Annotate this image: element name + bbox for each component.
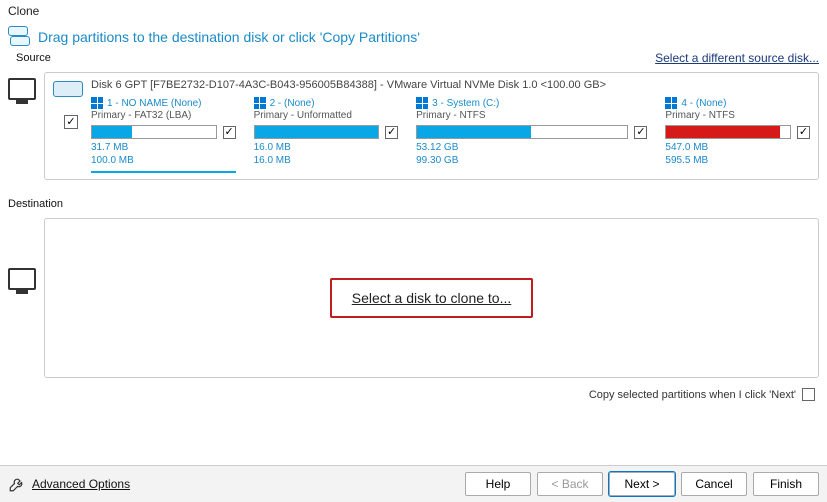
partition-checkbox[interactable]: ✓ xyxy=(797,126,810,139)
windows-icon xyxy=(254,97,266,109)
windows-icon xyxy=(91,97,103,109)
partition-header: 3 - System (C:) xyxy=(416,97,647,109)
dest-callout: Select a disk to clone to... xyxy=(330,278,534,318)
finish-button[interactable]: Finish xyxy=(753,472,819,496)
partition-item[interactable]: 2 - (None)Primary - Unformatted ✓ 16.0 MB1… xyxy=(254,97,399,173)
partition-type: Primary - NTFS xyxy=(665,110,810,121)
clone-disks-icon xyxy=(8,26,32,48)
windows-icon xyxy=(665,97,677,109)
select-destination-link[interactable]: Select a disk to clone to... xyxy=(352,290,512,306)
partition-header: 4 - (None) xyxy=(665,97,810,109)
monitor-icon xyxy=(8,268,36,290)
partition-checkbox[interactable]: ✓ xyxy=(385,126,398,139)
next-button[interactable]: Next > xyxy=(609,472,675,496)
include-all-wrap: ✓ xyxy=(64,115,78,129)
partition-checkbox[interactable]: ✓ xyxy=(634,126,647,139)
partition-sizes: 16.0 MB16.0 MB xyxy=(254,142,399,167)
partition-sizes: 547.0 MB595.5 MB xyxy=(665,142,810,167)
advanced-options-link[interactable]: Advanced Options xyxy=(32,477,130,491)
back-button[interactable]: < Back xyxy=(537,472,603,496)
partition-header: 1 - NO NAME (None) xyxy=(91,97,236,109)
usage-bar xyxy=(254,125,380,139)
partition-type: Primary - FAT32 (LBA) xyxy=(91,110,236,121)
source-disk-panel: ✓ Disk 6 GPT [F7BE2732-D107-4A3C-B043-95… xyxy=(44,72,819,180)
instruction-row: Drag partitions to the destination disk … xyxy=(0,22,827,50)
select-different-source-link[interactable]: Select a different source disk... xyxy=(655,51,819,65)
instruction-text: Drag partitions to the destination disk … xyxy=(38,29,420,45)
partition-item[interactable]: 1 - NO NAME (None)Primary - FAT32 (LBA) ✓… xyxy=(91,97,236,173)
usage-bar xyxy=(665,125,791,139)
disk-identifier: Disk 6 GPT [F7BE2732-D107-4A3C-B043-9560… xyxy=(91,79,810,91)
partition-type: Primary - NTFS xyxy=(416,110,647,121)
partition-title: 4 - (None) xyxy=(681,98,726,109)
include-all-checkbox[interactable]: ✓ xyxy=(64,115,78,129)
partition-header: 2 - (None) xyxy=(254,97,399,109)
cancel-button[interactable]: Cancel xyxy=(681,472,747,496)
partition-title: 1 - NO NAME (None) xyxy=(107,98,201,109)
help-button[interactable]: Help xyxy=(465,472,531,496)
destination-panel: Select a disk to clone to... xyxy=(44,218,819,378)
partition-sizes: 31.7 MB100.0 MB xyxy=(91,142,236,167)
source-label: Source xyxy=(8,50,59,66)
disk-icon xyxy=(53,81,83,97)
wrench-icon xyxy=(8,475,26,493)
window-title: Clone xyxy=(0,0,827,22)
partition-title: 2 - (None) xyxy=(270,98,315,109)
usage-bar xyxy=(91,125,217,139)
source-left-col: ✓ xyxy=(53,79,83,129)
windows-icon xyxy=(416,97,428,109)
partition-title: 3 - System (C:) xyxy=(432,98,499,109)
usage-bar xyxy=(416,125,628,139)
partition-sizes: 53.12 GB99.30 GB xyxy=(416,142,647,167)
partition-checkbox[interactable]: ✓ xyxy=(223,126,236,139)
copy-on-next-checkbox[interactable] xyxy=(802,388,815,401)
destination-label: Destination xyxy=(0,194,827,212)
monitor-icon xyxy=(8,78,36,100)
partition-type: Primary - Unformatted xyxy=(254,110,399,121)
footer-bar: Advanced Options Help < Back Next > Canc… xyxy=(0,465,827,502)
partition-item[interactable]: 4 - (None)Primary - NTFS ✓ 547.0 MB595.5 M… xyxy=(665,97,810,173)
partitions-grid: 1 - NO NAME (None)Primary - FAT32 (LBA) ✓… xyxy=(91,97,810,173)
copy-on-next-label: Copy selected partitions when I click 'N… xyxy=(589,389,796,401)
partition-item[interactable]: 3 - System (C:)Primary - NTFS ✓ 53.12 GB99… xyxy=(416,97,647,173)
